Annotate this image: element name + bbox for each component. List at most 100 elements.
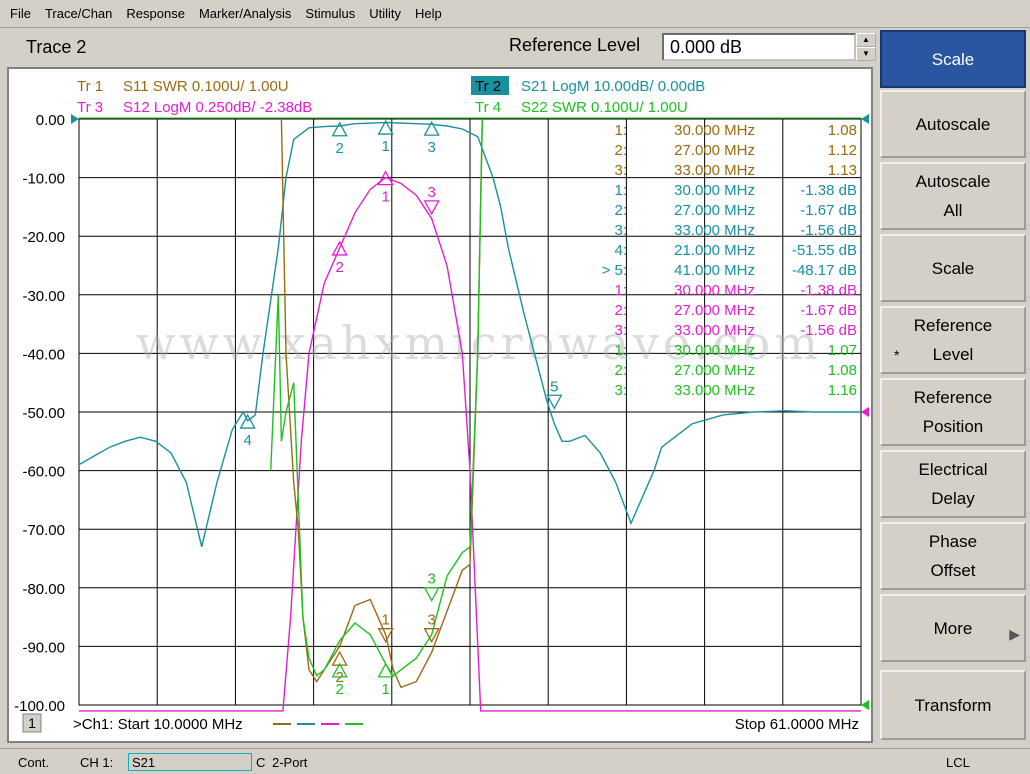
y-tick-label: -30.00: [22, 288, 65, 305]
trace-label: S12 LogM 0.250dB/ -2.38dB: [123, 99, 312, 116]
y-tick-label: -50.00: [22, 405, 65, 422]
menu-trace-chan[interactable]: Trace/Chan: [45, 6, 112, 21]
spin-up-icon[interactable]: ▲: [856, 33, 876, 47]
trace-id: Tr 4: [475, 99, 501, 116]
remote-status: LCL: [946, 755, 970, 770]
marker-table-freq: 30.000 MHz: [674, 342, 755, 359]
marker-table-freq: 33.000 MHz: [674, 222, 755, 239]
softkey-label: Phase: [928, 532, 978, 551]
marker-table-id: 2:: [614, 362, 627, 379]
softkey-label: All: [943, 201, 963, 220]
marker-table-value: -1.56 dB: [800, 322, 857, 339]
ref-arrow-icon: [861, 700, 869, 710]
softkey-label: Autoscale: [915, 114, 991, 134]
marker-table-id: 3:: [614, 162, 627, 179]
marker-table-freq: 21.000 MHz: [674, 242, 755, 259]
softkey-electrical-delay[interactable]: Electrical Delay: [880, 450, 1026, 518]
marker-label: 5: [550, 378, 558, 395]
softkey-label: Autoscale: [915, 172, 991, 191]
marker-table-freq: 41.000 MHz: [674, 262, 755, 279]
marker-table-id: 1:: [614, 182, 627, 199]
softkey-reference-level[interactable]: Reference Level *: [880, 306, 1026, 374]
y-tick-label: -10.00: [22, 171, 65, 188]
trace-label: S11 SWR 0.100U/ 1.00U: [123, 78, 289, 95]
marker-table-freq: 30.000 MHz: [674, 282, 755, 299]
marker-label: 1: [381, 612, 389, 629]
y-tick-label: -80.00: [22, 581, 65, 598]
channel-label: CH 1:: [80, 755, 114, 770]
reference-level-spinner[interactable]: ▲ ▼: [856, 33, 876, 61]
y-tick-label: -90.00: [22, 639, 65, 656]
sweep-mode: Cont.: [18, 755, 50, 770]
marker-table-value: 1.16: [828, 382, 857, 399]
marker-table-value: -48.17 dB: [792, 262, 857, 279]
y-tick-label: -60.00: [22, 464, 65, 481]
menu-help[interactable]: Help: [415, 6, 442, 21]
start-frequency: >Ch1: Start 10.0000 MHz: [73, 716, 243, 733]
marker-table-value: 1.07: [828, 342, 857, 359]
menu-file[interactable]: File: [10, 6, 31, 21]
marker-label: 3: [427, 139, 435, 156]
reference-level-input[interactable]: [662, 33, 856, 61]
softkey-scale[interactable]: Scale: [880, 30, 1026, 88]
marker-table-value: 1.08: [828, 362, 857, 379]
trace-label: S21 LogM 10.00dB/ 0.00dB: [521, 78, 705, 95]
softkey-transform[interactable]: Transform: [880, 670, 1026, 740]
plot-area[interactable]: 0.00 -10.00 -20.00 -30.00 -40.00 -50.00 -60.00…: [7, 67, 873, 743]
menu-bar: File Trace/Chan Response Marker/Analysis Sti…: [0, 0, 1030, 28]
softkey-phase-offset[interactable]: Phase Offset: [880, 522, 1026, 590]
trace-id: Tr 3: [77, 99, 103, 116]
softkey-label: Reference: [913, 316, 993, 335]
trace-header: Trace 2 Reference Level ▲ ▼: [4, 30, 876, 66]
port-config: 2-Port: [272, 755, 308, 770]
marker-label: 4: [243, 432, 251, 449]
trace-id: Tr 1: [77, 78, 103, 95]
softkey-label: Electrical: [918, 460, 988, 479]
marker-label: 2: [335, 259, 343, 276]
marker-table-freq: 27.000 MHz: [674, 202, 755, 219]
softkey-more[interactable]: More ▶: [880, 594, 1026, 662]
softkey-label: Reference: [913, 388, 993, 407]
softkey-scale[interactable]: Scale: [880, 234, 1026, 302]
marker-table-id: 1:: [614, 342, 627, 359]
softkey-autoscale-all[interactable]: Autoscale All: [880, 162, 1026, 230]
y-tick-label: -100.00: [14, 698, 65, 715]
softkey-label: Offset: [930, 561, 976, 580]
marker-table-value: -1.38 dB: [800, 282, 857, 299]
chart-svg: 0.00 -10.00 -20.00 -30.00 -40.00 -50.00 -60.00…: [14, 76, 869, 733]
marker-label: 3: [427, 571, 435, 588]
y-tick-label: -40.00: [22, 346, 65, 363]
measurement-box[interactable]: S21: [128, 753, 252, 771]
softkey-label: More: [933, 618, 973, 638]
softkey-autoscale[interactable]: Autoscale: [880, 90, 1026, 158]
marker-table-freq: 33.000 MHz: [674, 322, 755, 339]
marker-table-freq: 27.000 MHz: [674, 302, 755, 319]
marker-table-freq: 33.000 MHz: [674, 162, 755, 179]
marker-table-value: -1.56 dB: [800, 222, 857, 239]
marker-table-value: -1.67 dB: [800, 202, 857, 219]
marker-label: 1: [381, 189, 389, 206]
menu-response[interactable]: Response: [126, 6, 185, 21]
marker-table-id: 2:: [614, 142, 627, 159]
marker-table-id: 1:: [614, 282, 627, 299]
menu-stimulus[interactable]: Stimulus: [305, 6, 355, 21]
y-tick-label: 0.00: [36, 112, 65, 129]
marker-table-value: 1.12: [828, 142, 857, 159]
spin-down-icon[interactable]: ▼: [856, 47, 876, 61]
submenu-arrow-icon: ▶: [1009, 626, 1020, 642]
marker-label: 2: [335, 681, 343, 698]
marker-label: 3: [427, 612, 435, 629]
softkey-label: Transform: [914, 695, 992, 715]
marker-table-freq: 27.000 MHz: [674, 362, 755, 379]
marker-table-value: -1.38 dB: [800, 182, 857, 199]
marker-label: 1: [381, 681, 389, 698]
softkey-reference-position[interactable]: Reference Position: [880, 378, 1026, 446]
marker-label: 2: [335, 140, 343, 157]
trace-label: S22 SWR 0.100U/ 1.00U: [521, 99, 688, 116]
menu-marker-analysis[interactable]: Marker/Analysis: [199, 6, 291, 21]
correction-flag: C: [256, 755, 266, 770]
trace-id: Tr 2: [475, 78, 501, 95]
menu-utility[interactable]: Utility: [369, 6, 401, 21]
marker-table-id: 2:: [614, 202, 627, 219]
marker-table-freq: 33.000 MHz: [674, 382, 755, 399]
